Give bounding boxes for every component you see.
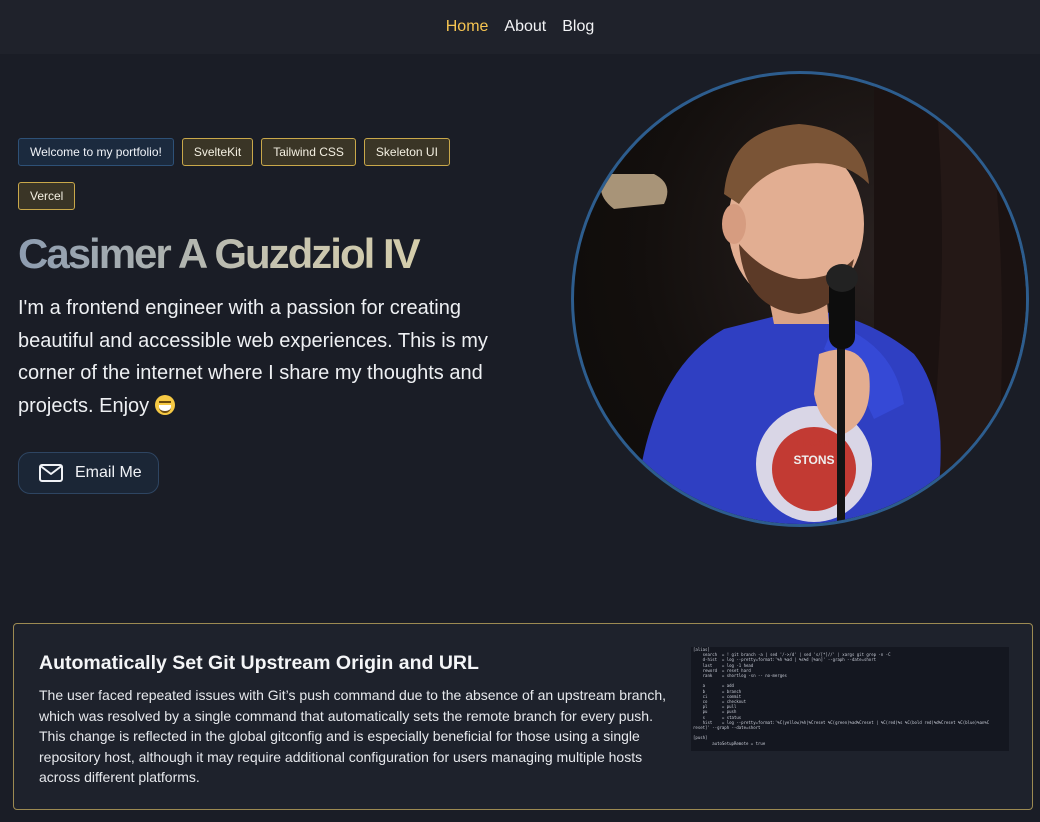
profile-photo: TROIT STONS [571,71,1029,527]
tech-badge-skeleton: Skeleton UI [363,138,450,166]
code-line: autoSetupRemote = true [693,740,766,746]
hero-section: Welcome to my portfolio! SvelteKit Tailw… [18,138,498,422]
tech-badge-vercel: Vercel [18,182,76,210]
page-title: Casimer A Guzdziol IV [18,228,498,280]
bio-text-content: I'm a frontend engineer with a passion f… [18,297,488,417]
blog-post-thumbnail: [alias] search = ! git branch -a | sed '… [691,647,1009,751]
profile-photo-illustration: TROIT STONS [600,74,1026,524]
nav-home[interactable]: Home [446,18,489,36]
svg-text:STONS: STONS [793,453,834,467]
welcome-badge: Welcome to my portfolio! [18,138,174,166]
email-me-button[interactable]: Email Me [18,452,159,494]
grinning-face-emoji-icon [154,394,175,415]
blog-post-card[interactable]: Automatically Set Git Upstream Origin an… [13,623,1033,810]
badge-list: Welcome to my portfolio! SvelteKit Tailw… [18,138,488,210]
tech-badge-tailwind: Tailwind CSS [261,138,356,166]
email-me-label: Email Me [75,464,142,481]
nav-about[interactable]: About [504,18,546,36]
bio-text: I'm a frontend engineer with a passion f… [18,292,488,422]
blog-post-description: The user faced repeated issues with Git’… [39,687,666,785]
blog-post-title[interactable]: Automatically Set Git Upstream Origin an… [39,652,479,675]
svg-text:TROIT: TROIT [795,434,834,449]
top-nav: Home About Blog [0,0,1040,54]
mail-icon [39,464,63,482]
tech-badge-sveltekit: SvelteKit [181,138,254,166]
nav-blog[interactable]: Blog [562,18,594,36]
